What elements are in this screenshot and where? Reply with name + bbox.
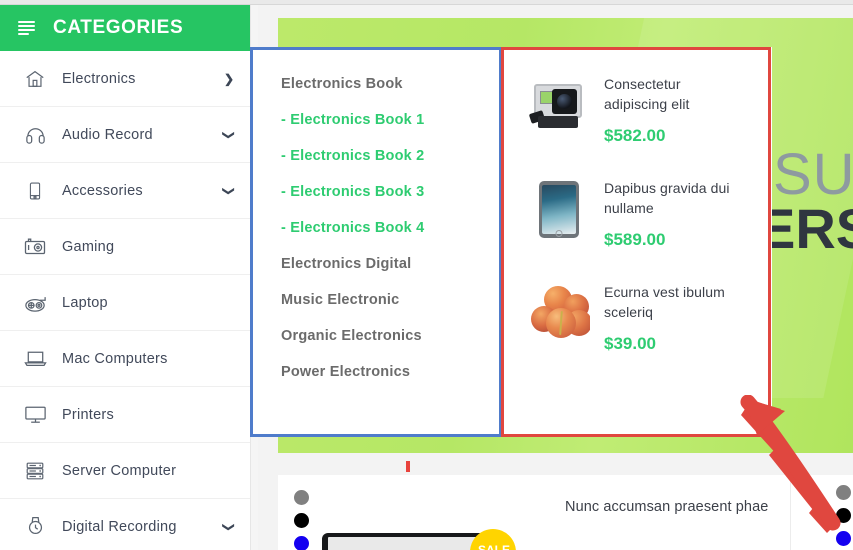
mega-link-sublink[interactable]: - Electronics Book 4 bbox=[281, 220, 499, 236]
color-swatch-grey[interactable] bbox=[294, 490, 309, 505]
banner-headline-line2: ERS bbox=[758, 197, 853, 260]
lower-card-divider bbox=[790, 475, 791, 550]
mega-link-sublink[interactable]: - Electronics Book 3 bbox=[281, 184, 499, 200]
product-name[interactable]: Ecurna vest ibulum sceleriq bbox=[604, 282, 739, 323]
mega-menu-link-column: Electronics Book - Electronics Book 1 - … bbox=[281, 76, 499, 400]
gamepad-icon bbox=[22, 290, 48, 316]
sale-badge-label: SALE bbox=[478, 543, 511, 550]
banner-headline-line1: SUM bbox=[773, 142, 853, 207]
sidebar-item-server-computer[interactable]: Server Computer bbox=[0, 443, 250, 499]
product-price: $589.00 bbox=[604, 229, 666, 249]
chevron-down-icon[interactable]: ❯ bbox=[222, 129, 236, 139]
color-swatch-black[interactable] bbox=[294, 513, 309, 528]
chevron-down-icon[interactable]: ❯ bbox=[222, 185, 236, 195]
sidebar-item-laptop[interactable]: Laptop bbox=[0, 275, 250, 331]
action-camera-thumbnail bbox=[528, 74, 590, 136]
section-tick-marker bbox=[406, 461, 410, 472]
sidebar-item-label: Laptop bbox=[62, 294, 108, 311]
sidebar-item-audio-record[interactable]: Audio Record ❯ bbox=[0, 107, 250, 163]
home-icon bbox=[22, 66, 48, 92]
peaches-thumbnail bbox=[528, 282, 590, 344]
mega-menu-links-panel: Electronics Book - Electronics Book 1 - … bbox=[250, 47, 502, 437]
watch-icon bbox=[22, 514, 48, 540]
hamburger-icon[interactable] bbox=[18, 21, 35, 35]
sidebar-item-label: Server Computer bbox=[62, 462, 177, 479]
sidebar-item-label: Printers bbox=[62, 406, 114, 423]
sidebar-item-electronics[interactable]: Electronics ❯ bbox=[0, 51, 250, 107]
smartphone-icon bbox=[22, 178, 48, 204]
product-info: Consectetur adipiscing elit $582.00 bbox=[604, 68, 739, 146]
server-icon bbox=[22, 458, 48, 484]
mega-link-sublink[interactable]: - Electronics Book 2 bbox=[281, 148, 499, 164]
categories-title: CATEGORIES bbox=[53, 17, 184, 38]
product-list-item[interactable]: Consectetur adipiscing elit $582.00 bbox=[504, 64, 768, 168]
laptop-icon bbox=[22, 346, 48, 372]
camera-icon bbox=[22, 234, 48, 260]
lower-promo-text: Nunc accumsan praesent phae bbox=[565, 499, 769, 515]
mega-menu-products-panel: Consectetur adipiscing elit $582.00 Dapi… bbox=[501, 47, 771, 437]
chevron-right-icon[interactable]: ❯ bbox=[224, 73, 234, 85]
color-swatch-black[interactable] bbox=[836, 508, 851, 523]
sidebar-item-label: Audio Record bbox=[62, 126, 153, 143]
electronics-mega-menu: Electronics Book - Electronics Book 1 - … bbox=[250, 47, 772, 437]
sidebar-item-mac-computers[interactable]: Mac Computers bbox=[0, 331, 250, 387]
color-swatch-blue[interactable] bbox=[294, 536, 309, 550]
sidebar-item-printers[interactable]: Printers bbox=[0, 387, 250, 443]
product-name[interactable]: Dapibus gravida dui nullame bbox=[604, 178, 739, 219]
sidebar-item-label: Digital Recording bbox=[62, 518, 177, 535]
laptop-promo-image bbox=[322, 533, 492, 550]
sidebar-item-label: Electronics bbox=[62, 70, 136, 87]
sidebar-item-digital-recording[interactable]: Digital Recording ❯ bbox=[0, 499, 250, 550]
mega-link-sublink[interactable]: - Electronics Book 1 bbox=[281, 112, 499, 128]
color-swatch-blue[interactable] bbox=[836, 531, 851, 546]
categories-header[interactable]: CATEGORIES bbox=[0, 5, 250, 51]
sidebar-item-label: Mac Computers bbox=[62, 350, 168, 367]
sidebar-item-accessories[interactable]: Accessories ❯ bbox=[0, 163, 250, 219]
headphones-icon bbox=[22, 122, 48, 148]
product-list-item[interactable]: Ecurna vest ibulum sceleriq $39.00 bbox=[504, 272, 768, 376]
color-swatch-grey[interactable] bbox=[836, 485, 851, 500]
product-info: Ecurna vest ibulum sceleriq $39.00 bbox=[604, 276, 739, 354]
mega-link-heading[interactable]: Music Electronic bbox=[281, 292, 499, 308]
mega-link-heading[interactable]: Electronics Digital bbox=[281, 256, 499, 272]
chevron-down-icon[interactable]: ❯ bbox=[222, 521, 236, 531]
mega-link-heading[interactable]: Organic Electronics bbox=[281, 328, 499, 344]
color-swatch-group-left bbox=[294, 490, 309, 550]
screen: SUM ERS CATEGORIES Electronics ❯ bbox=[0, 0, 853, 550]
product-name[interactable]: Consectetur adipiscing elit bbox=[604, 74, 739, 115]
mega-link-heading[interactable]: Power Electronics bbox=[281, 364, 499, 380]
product-list-item[interactable]: Dapibus gravida dui nullame $589.00 bbox=[504, 168, 768, 272]
mega-link-heading[interactable]: Electronics Book bbox=[281, 76, 499, 92]
monitor-icon bbox=[22, 402, 48, 428]
sidebar-item-label: Accessories bbox=[62, 182, 143, 199]
sidebar-item-gaming[interactable]: Gaming bbox=[0, 219, 250, 275]
categories-list: Electronics ❯ Audio Record ❯ Accessories… bbox=[0, 51, 250, 550]
tablet-thumbnail bbox=[528, 178, 590, 240]
product-price: $39.00 bbox=[604, 333, 656, 353]
categories-sidebar: CATEGORIES Electronics ❯ Audio Record ❯ … bbox=[0, 5, 250, 550]
product-info: Dapibus gravida dui nullame $589.00 bbox=[604, 172, 739, 250]
sidebar-item-label: Gaming bbox=[62, 238, 115, 255]
product-price: $582.00 bbox=[604, 125, 666, 145]
color-swatch-group-right bbox=[836, 485, 851, 550]
